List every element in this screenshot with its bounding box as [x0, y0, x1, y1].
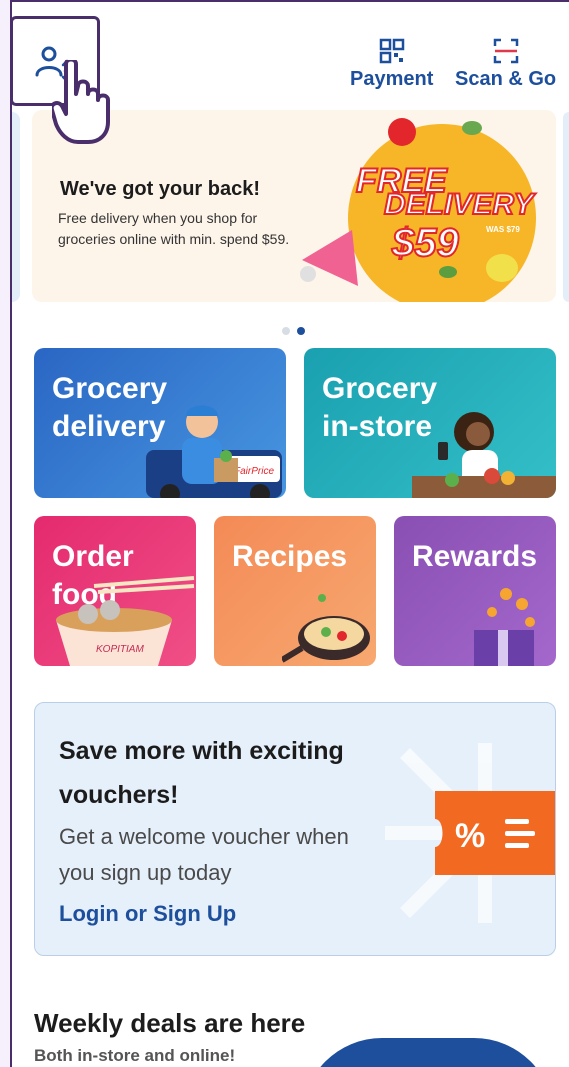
grocery-instore-tile[interactable]: Grocery in-store: [304, 348, 556, 498]
fairprice-text: FairPrice: [234, 466, 274, 477]
promo-delivery-text: DELIVERY: [384, 188, 536, 221]
weekly-deals-title: Weekly deals are here: [34, 1008, 306, 1038]
recipes-label: Recipes: [232, 540, 348, 573]
payment-label: Payment: [350, 68, 434, 90]
banner-title: We've got your back!: [60, 178, 260, 200]
voucher-card[interactable]: Save more with exciting vouchers! Get a …: [34, 702, 556, 956]
app-screen: Payment Scan & Go We've got your back! F…: [10, 0, 569, 1067]
shopper-illustration: [412, 412, 556, 498]
login-signup-link[interactable]: Login or Sign Up: [59, 901, 236, 927]
recipes-tile[interactable]: Recipes: [214, 516, 376, 666]
promo-was-text: WAS $79: [486, 225, 520, 234]
rewards-label: Rewards: [412, 540, 538, 573]
carousel-dot-active[interactable]: [297, 327, 305, 335]
payment-button[interactable]: Payment: [350, 38, 433, 91]
carousel-indicator: [282, 322, 312, 340]
promo-price-text: $59: [391, 221, 459, 265]
tap-hand-icon: [52, 60, 110, 144]
percent-badge: %: [455, 817, 485, 855]
noodle-bowl-illustration: KOPITIAM: [56, 576, 195, 666]
scan-label: Scan & Go: [455, 68, 557, 90]
gift-coins-illustration: [474, 588, 535, 666]
carousel-next-peek: [563, 112, 569, 302]
banner-subtitle: Free delivery when you shop for grocerie…: [58, 210, 290, 247]
grocery-delivery-tile[interactable]: Grocery delivery FairPrice: [34, 348, 286, 498]
rewards-tile[interactable]: Rewards: [394, 516, 556, 666]
wok-illustration: [282, 594, 370, 663]
scan-and-go-button[interactable]: Scan & Go: [455, 38, 556, 91]
top-header: Payment Scan & Go: [12, 2, 569, 144]
qr-code-icon: [379, 38, 404, 64]
kopitiam-text: KOPITIAM: [96, 644, 144, 655]
scan-icon: [493, 38, 518, 64]
free-delivery-graphic: FREE DELIVERY $59 WAS $79: [300, 118, 537, 302]
delivery-person-illustration: FairPrice: [146, 405, 282, 498]
weekly-deals-subtitle: Both in-store and online!: [34, 1046, 236, 1065]
voucher-ticket-illustration: %: [385, 743, 555, 923]
voucher-subtitle: Get a welcome voucher when you sign up t…: [59, 824, 349, 885]
order-food-tile[interactable]: Order food KOPITIAM: [34, 516, 196, 666]
weekly-deals-graphic: [302, 1038, 554, 1067]
voucher-title: Save more with exciting vouchers!: [59, 737, 344, 809]
carousel-prev-peek: [12, 112, 20, 302]
carousel-dot[interactable]: [282, 327, 290, 335]
